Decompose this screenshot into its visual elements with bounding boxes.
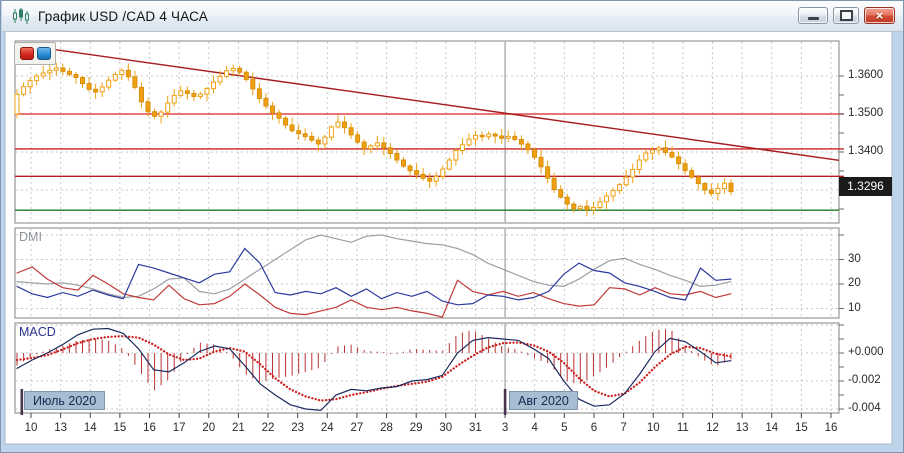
x-axis-label: 16 — [143, 422, 156, 434]
x-axis-label: 28 — [380, 422, 393, 434]
dmi-axis-label: 10 — [848, 301, 861, 314]
dmi-axis-label: 20 — [848, 277, 861, 289]
x-axis-label: 30 — [439, 422, 453, 434]
x-axis-label: 13 — [54, 422, 68, 434]
maximize-button[interactable] — [833, 7, 859, 24]
x-axis-label: 12 — [706, 422, 719, 434]
title-bar[interactable]: График USD /CAD 4 ЧАСА × — [2, 1, 903, 32]
x-axis-label: 15 — [794, 422, 808, 434]
macd-axis-label: -0.004 — [848, 402, 881, 414]
blue-square-button[interactable] — [36, 47, 51, 60]
x-axis-label: 10 — [24, 422, 38, 434]
x-axis-label: 23 — [291, 422, 305, 434]
close-button[interactable]: × — [864, 7, 895, 24]
price-axis-label: 1.3500 — [848, 107, 884, 119]
minimize-icon — [807, 17, 819, 20]
maximize-icon — [839, 10, 853, 21]
x-axis-label: 24 — [320, 422, 334, 434]
x-axis-label: 10 — [646, 422, 660, 434]
candlestick-chart-icon — [11, 8, 31, 24]
x-axis-label: 14 — [83, 422, 97, 434]
chart-window: График USD /CAD 4 ЧАСА × DMI MACD Июль 2… — [0, 0, 904, 453]
x-axis-label: 20 — [202, 422, 216, 434]
macd-axis-label: -0.002 — [848, 374, 881, 386]
x-axis-label: 29 — [409, 422, 423, 434]
x-axis-label: 22 — [261, 422, 275, 434]
x-axis-label: 5 — [561, 422, 568, 434]
x-axis-label: 13 — [735, 422, 749, 434]
window-title: График USD /CAD 4 ЧАСА — [38, 8, 208, 24]
month-badge-july: Июль 2020 — [24, 391, 106, 410]
price-axis-label: 1.3600 — [848, 69, 884, 81]
current-price-badge: 1.3296 — [839, 177, 892, 196]
macd-axis-label: +0.000 — [848, 346, 884, 358]
dmi-panel-label: DMI — [19, 230, 42, 244]
close-icon: × — [875, 8, 884, 23]
x-axis-label: 3 — [501, 422, 509, 434]
x-axis-label: 11 — [676, 422, 689, 434]
x-axis-label: 4 — [531, 422, 538, 434]
chart-canvas[interactable] — [1, 1, 904, 453]
minimize-button[interactable] — [798, 7, 828, 24]
x-axis-label: 15 — [113, 422, 127, 434]
x-axis-label: 17 — [172, 422, 186, 434]
x-axis-label: 6 — [590, 422, 598, 434]
x-axis-label: 14 — [765, 422, 779, 434]
red-square-button[interactable] — [19, 47, 34, 60]
dmi-axis-label: 30 — [848, 252, 861, 265]
chart-style-toolbar — [14, 42, 56, 65]
x-axis-label: 16 — [824, 422, 838, 434]
price-axis-label: 1.3400 — [848, 145, 884, 157]
x-axis-label: 27 — [350, 422, 364, 434]
x-axis-label: 31 — [469, 422, 482, 434]
month-badge-aug: Авг 2020 — [509, 391, 578, 410]
macd-panel-label: MACD — [19, 325, 56, 339]
x-axis-label: 7 — [620, 422, 627, 434]
x-axis-label: 21 — [232, 422, 245, 434]
